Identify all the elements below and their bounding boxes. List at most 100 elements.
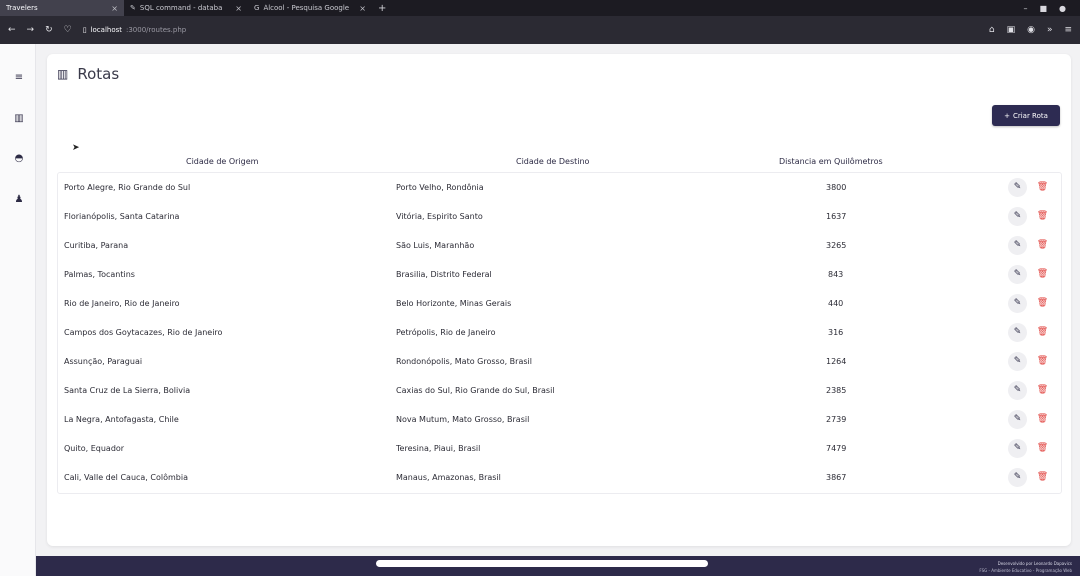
edit-icon[interactable]: ✎ [1008, 178, 1027, 197]
table-row: Cali, Valle del Cauca, Colômbia Manaus, … [58, 463, 1061, 492]
header-destination: Cidade de Destino [516, 157, 590, 166]
footer: Desenvolvido por Leonardo Dapavics FSG -… [36, 556, 1080, 576]
cell-destination: Caxias do Sul, Rio Grande do Sul, Brasil [396, 386, 555, 395]
maximize-icon[interactable]: ■ [1039, 4, 1047, 13]
table-row: La Negra, Antofagasta, Chile Nova Mutum,… [58, 405, 1061, 434]
browser-tab-bar: Travelers × ✎ SQL command - databa × G Á… [0, 0, 1080, 16]
cell-origin: Florianópolis, Santa Catarina [64, 212, 180, 221]
overflow-icon[interactable]: » [1047, 25, 1053, 35]
routes-table: Porto Alegre, Rio Grande do Sul Porto Ve… [57, 172, 1062, 494]
cell-distance: 440 [828, 299, 844, 308]
address-bar[interactable]: ▯ localhost:3000/routes.php [83, 26, 187, 34]
toolbar-icons: ⌂ ▣ ◉ » ≡ [989, 25, 1072, 35]
close-icon[interactable]: × [111, 4, 118, 13]
create-route-button[interactable]: + Criar Rota [992, 105, 1060, 126]
tab-title: SQL command - databa [139, 4, 223, 12]
routes-card: ▥ Rotas + Criar Rota Cidade de Origem Ci… [47, 54, 1071, 546]
cell-origin: Cali, Valle del Cauca, Colômbia [64, 473, 188, 482]
footer-credit: Desenvolvido por Leonardo Dapavics [997, 561, 1072, 566]
table-row: Palmas, Tocantins Brasilia, Distrito Fed… [58, 260, 1061, 289]
map-icon: ▥ [57, 67, 69, 81]
trash-icon[interactable]: 🗑 [1033, 323, 1052, 342]
car-icon[interactable]: ◓ [12, 152, 26, 166]
trash-icon[interactable]: 🗑 [1033, 207, 1052, 226]
table-row: Florianópolis, Santa Catarina Vitória, E… [58, 202, 1061, 231]
page-title: ▥ Rotas [57, 65, 119, 83]
edit-icon[interactable]: ✎ [1008, 352, 1027, 371]
close-icon[interactable]: × [359, 4, 366, 13]
new-tab-icon[interactable]: + [372, 3, 392, 14]
url-path: :3000/routes.php [126, 26, 187, 34]
cell-destination: Porto Velho, Rondônia [396, 183, 484, 192]
table-row: Campos dos Goytacazes, Rio de Janeiro Pe… [58, 318, 1061, 347]
edit-icon[interactable]: ✎ [1008, 468, 1027, 487]
trash-icon[interactable]: 🗑 [1033, 410, 1052, 429]
cell-destination: Brasilia, Distrito Federal [396, 270, 492, 279]
cell-destination: Petrópolis, Rio de Janeiro [396, 328, 496, 337]
trash-icon[interactable]: 🗑 [1033, 178, 1052, 197]
edit-icon[interactable]: ✎ [1008, 265, 1027, 284]
cell-origin: Rio de Janeiro, Rio de Janeiro [64, 299, 180, 308]
trash-icon[interactable]: 🗑 [1033, 468, 1052, 487]
cell-distance: 1264 [826, 357, 847, 366]
table-row: Porto Alegre, Rio Grande do Sul Porto Ve… [58, 173, 1061, 202]
header-origin: Cidade de Origem [186, 157, 259, 166]
menu-icon[interactable]: ≡ [12, 71, 26, 85]
browser-tab[interactable]: Travelers × [0, 0, 124, 16]
cell-origin: Santa Cruz de La Sierra, Bolivia [64, 386, 191, 395]
edit-icon[interactable]: ✎ [1008, 207, 1027, 226]
close-window-icon[interactable]: ● [1059, 4, 1066, 13]
table-row: Santa Cruz de La Sierra, Bolivia Caxias … [58, 376, 1061, 405]
trash-icon[interactable]: 🗑 [1033, 236, 1052, 255]
user-icon[interactable]: ♟ [12, 193, 26, 207]
trash-icon[interactable]: 🗑 [1033, 439, 1052, 458]
cell-distance: 843 [828, 270, 844, 279]
close-icon[interactable]: × [235, 4, 242, 13]
menu-icon[interactable]: ≡ [1064, 25, 1072, 35]
back-icon[interactable]: ← [8, 25, 16, 35]
trash-icon[interactable]: 🗑 [1033, 294, 1052, 313]
forward-icon[interactable]: → [27, 25, 35, 35]
cell-distance: 7479 [826, 444, 847, 453]
table-header: Cidade de Origem Cidade de Destino Dista… [57, 152, 1062, 172]
tab-title: Travelers [6, 4, 38, 12]
pocket-icon[interactable]: ⌂ [989, 25, 995, 35]
trash-icon[interactable]: 🗑 [1033, 381, 1052, 400]
footer-institution: FSG - Ambiente Educativo - Programação W… [979, 568, 1072, 573]
cell-distance: 3800 [826, 183, 847, 192]
downloads-icon[interactable]: ▣ [1007, 25, 1016, 35]
sidebar: ≡ ▥ ◓ ♟ [0, 44, 36, 576]
edit-icon[interactable]: ✎ [1008, 236, 1027, 255]
reload-icon[interactable]: ↻ [45, 25, 53, 35]
cell-origin: Assunção, Paraguai [64, 357, 143, 366]
cell-distance: 1637 [826, 212, 847, 221]
table-row: Quito, Equador Teresina, Piaui, Brasil 7… [58, 434, 1061, 463]
edit-icon[interactable]: ✎ [1008, 294, 1027, 313]
cell-origin: Campos dos Goytacazes, Rio de Janeiro [64, 328, 223, 337]
edit-icon[interactable]: ✎ [1008, 439, 1027, 458]
cell-origin: La Negra, Antofagasta, Chile [64, 415, 179, 424]
cell-distance: 3867 [826, 473, 847, 482]
cell-distance: 2739 [826, 415, 847, 424]
minimize-icon[interactable]: – [1023, 4, 1027, 13]
cell-origin: Porto Alegre, Rio Grande do Sul [64, 183, 191, 192]
horizontal-scrollbar[interactable] [376, 560, 708, 567]
edit-icon[interactable]: ✎ [1008, 381, 1027, 400]
shield-icon[interactable]: ♡ [64, 25, 72, 35]
cell-destination: Nova Mutum, Mato Grosso, Brasil [396, 415, 530, 424]
trash-icon[interactable]: 🗑 [1033, 352, 1052, 371]
account-icon[interactable]: ◉ [1027, 25, 1035, 35]
browser-tab[interactable]: G Álcool - Pesquisa Google × [248, 0, 372, 16]
cell-destination: Belo Horizonte, Minas Gerais [396, 299, 512, 308]
edit-icon[interactable]: ✎ [1008, 323, 1027, 342]
tab-favicon-icon: ✎ [130, 4, 136, 12]
page-icon: ▯ [82, 26, 87, 34]
cell-distance: 2385 [826, 386, 847, 395]
trash-icon[interactable]: 🗑 [1033, 265, 1052, 284]
header-distance: Distancia em Quilômetros [779, 157, 883, 166]
map-icon[interactable]: ▥ [12, 112, 26, 126]
tab-title: Álcool - Pesquisa Google [263, 4, 350, 12]
browser-tab[interactable]: ✎ SQL command - databa × [124, 0, 248, 16]
edit-icon[interactable]: ✎ [1008, 410, 1027, 429]
cell-destination: Manaus, Amazonas, Brasil [396, 473, 501, 482]
